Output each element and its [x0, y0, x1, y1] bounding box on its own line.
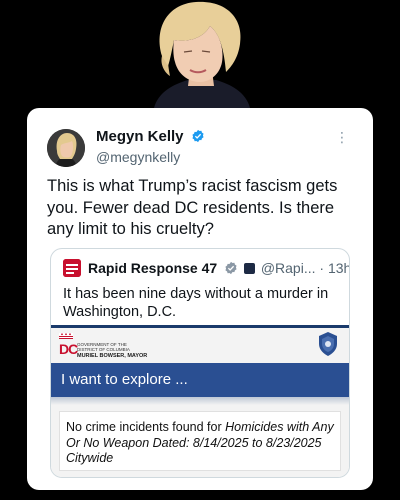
- tweet-text: This is what Trump’s racist fascism gets…: [47, 177, 338, 238]
- dc-government-line: GOVERNMENT OF THE DISTRICT OF COLUMBIA: [77, 342, 130, 352]
- quoted-tweet[interactable]: Rapid Response 47 @Rapi... · 13h It has …: [50, 248, 350, 478]
- author-name-text[interactable]: Megyn Kelly: [96, 128, 184, 145]
- dc-government-line-2: DISTRICT OF COLUMBIA: [77, 347, 130, 352]
- screenshot-stage: Megyn Kelly @megynkelly ⋮ This is what T…: [0, 0, 400, 500]
- dc-flag-icon: [59, 333, 73, 339]
- dc-mayor-line: MURIEL BOWSER, MAYOR: [77, 353, 148, 359]
- more-options-icon[interactable]: ⋮: [335, 130, 349, 154]
- quoted-tweet-text: It has been nine days without a murder i…: [63, 286, 329, 320]
- dc-letters: DC: [59, 341, 78, 357]
- meta-separator: ·: [319, 260, 325, 276]
- result-prefix: No crime incidents found for: [66, 420, 226, 434]
- crime-search-result: No crime incidents found for Homicides w…: [59, 411, 341, 471]
- quoted-author-name[interactable]: Rapid Response 47: [88, 260, 217, 276]
- tweet-card[interactable]: Megyn Kelly @megynkelly ⋮ This is what T…: [27, 108, 373, 490]
- header-rule: [51, 325, 349, 328]
- government-label-icon: [243, 263, 255, 274]
- quoted-author-handle[interactable]: @Rapi...: [261, 260, 316, 276]
- explore-dropdown[interactable]: I want to explore ...: [51, 363, 349, 397]
- more-options-glyph: ⋮: [335, 129, 349, 145]
- quoted-author-avatar[interactable]: [63, 259, 81, 277]
- quoted-tweet-header: Rapid Response 47 @Rapi... · 13h: [88, 260, 349, 276]
- police-badge-icon: [319, 332, 337, 356]
- verified-badge-icon: [192, 129, 204, 143]
- attached-screenshot[interactable]: DC GOVERNMENT OF THE DISTRICT OF COLUMBI…: [51, 325, 349, 477]
- quoted-tweet-time[interactable]: 13h: [328, 260, 349, 276]
- explore-shadow: [51, 397, 349, 405]
- author-handle[interactable]: @megynkelly: [96, 149, 180, 165]
- portrait-image: [154, 1, 250, 108]
- author-avatar[interactable]: [47, 129, 85, 167]
- verified-badge-icon: [225, 261, 237, 275]
- author-name[interactable]: Megyn Kelly: [96, 128, 205, 145]
- dc-government-logo: DC GOVERNMENT OF THE DISTRICT OF COLUMBI…: [59, 333, 149, 361]
